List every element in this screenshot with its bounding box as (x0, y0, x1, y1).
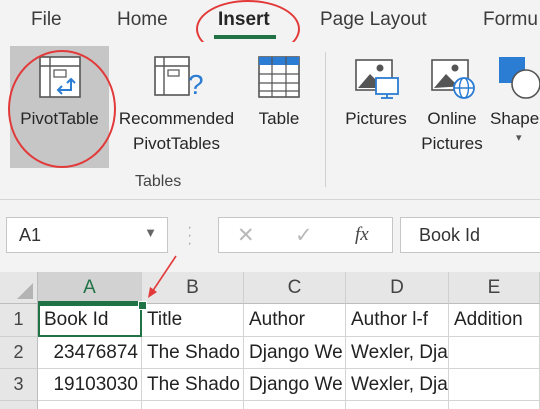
online-pictures-button[interactable]: Online Pictures (418, 54, 486, 156)
shapes-dropdown-icon[interactable]: ▾ (516, 131, 540, 145)
cell-e4[interactable] (449, 401, 540, 409)
chevron-down-icon[interactable]: ▼ (144, 225, 157, 240)
pivottable-button[interactable]: PivotTable (12, 54, 107, 131)
cell-d4[interactable] (346, 401, 449, 409)
active-tab-underline (214, 35, 276, 39)
cell-b4[interactable] (142, 401, 244, 409)
tab-insert[interactable]: Insert (218, 9, 270, 31)
cell-e1[interactable]: Addition (449, 304, 540, 337)
formula-buttons: ✕ ✓ fx (218, 217, 393, 253)
pivottable-icon (38, 56, 81, 98)
cell-a4[interactable] (38, 401, 142, 409)
cell-c4[interactable] (244, 401, 346, 409)
group-separator (325, 52, 326, 187)
tab-home[interactable]: Home (117, 9, 168, 31)
cell-c3[interactable]: Django We (244, 369, 346, 401)
row-header-2[interactable]: 2 (0, 337, 38, 369)
cell-d2[interactable]: Wexler, Django (346, 337, 449, 369)
column-header-c[interactable]: C (244, 272, 346, 304)
tab-file[interactable]: File (31, 9, 62, 31)
column-header-b[interactable]: B (142, 272, 244, 304)
cell-e2[interactable] (449, 337, 540, 369)
insert-function-icon[interactable]: fx (355, 224, 369, 246)
row-header-1[interactable]: 1 (0, 304, 38, 337)
fill-handle[interactable] (138, 301, 147, 310)
cell-b3[interactable]: The Shado (142, 369, 244, 401)
online-pictures-label-line1: Online (427, 109, 477, 128)
cell-e3[interactable] (449, 369, 540, 401)
row-header-4[interactable] (0, 401, 38, 409)
svg-text:?: ? (188, 69, 203, 100)
worksheet-grid: A B C D E 1 2 3 Book Id Title Author Aut… (0, 272, 540, 409)
recommended-pivottables-icon: ? (153, 56, 203, 100)
table-icon (258, 56, 300, 98)
pivottable-label: PivotTable (20, 109, 99, 128)
formula-input-value: Book Id (419, 225, 481, 245)
formula-bar: A1 ▼ · · · ✕ ✓ fx Book Id (0, 200, 540, 272)
cell-d3[interactable]: Wexler, Django (346, 369, 449, 401)
column-header-e[interactable]: E (449, 272, 540, 304)
shapes-icon (499, 57, 540, 99)
shapes-button[interactable]: Shape ▾ (490, 54, 540, 145)
pictures-label: Pictures (345, 109, 407, 128)
online-pictures-icon (431, 59, 475, 99)
column-header-d[interactable]: D (346, 272, 449, 304)
row-header-3[interactable]: 3 (0, 369, 38, 401)
online-pictures-label-line2: Pictures (421, 134, 483, 153)
cell-c1[interactable]: Author (244, 304, 346, 337)
recommended-label-line2: PivotTables (133, 134, 220, 153)
cell-a3[interactable]: 19103030 (38, 369, 142, 401)
formula-input[interactable]: Book Id (400, 217, 540, 253)
name-box-value: A1 (19, 225, 42, 245)
tables-group-label: Tables (135, 173, 182, 190)
pictures-icon (355, 59, 399, 99)
cell-a2[interactable]: 23476874 (38, 337, 142, 369)
table-button[interactable]: Table (250, 54, 308, 131)
tab-page-layout[interactable]: Page Layout (320, 9, 427, 31)
cell-c2[interactable]: Django We (244, 337, 346, 369)
cell-d1[interactable]: Author l-f (346, 304, 449, 337)
tab-formulas[interactable]: Formu (483, 9, 538, 31)
recommended-label-line1: Recommended (118, 109, 235, 128)
ribbon-insert-panel: PivotTable ? Recommended PivotTables Tab… (0, 42, 540, 200)
pictures-button[interactable]: Pictures (340, 54, 412, 131)
drag-handle-icon[interactable]: · · · (187, 220, 192, 252)
cell-a1[interactable]: Book Id (38, 304, 142, 337)
enter-check-icon[interactable]: ✓ (295, 223, 313, 248)
shapes-label: Shape (490, 109, 540, 128)
column-header-a[interactable]: A (38, 272, 142, 304)
name-box[interactable]: A1 ▼ (6, 217, 168, 253)
cell-b2[interactable]: The Shado (142, 337, 244, 369)
ribbon-tabs: File Home Insert Page Layout Formu (0, 0, 540, 42)
cancel-icon[interactable]: ✕ (237, 223, 255, 248)
cell-b1[interactable]: Title (142, 304, 244, 337)
table-label: Table (258, 109, 300, 128)
select-all-icon (17, 283, 33, 299)
select-all-corner[interactable] (0, 272, 38, 304)
recommended-pivottables-button[interactable]: ? Recommended PivotTables (111, 54, 242, 156)
